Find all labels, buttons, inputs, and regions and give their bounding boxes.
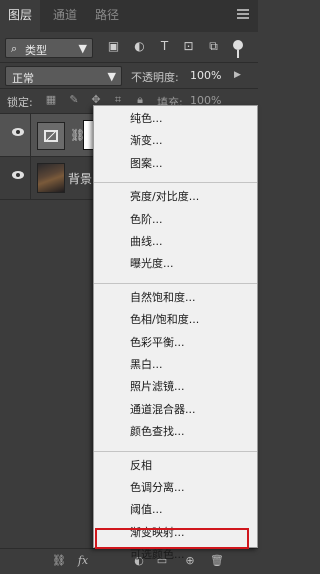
panel-menu-icon[interactable] [237,9,249,19]
chevron-down-icon: ▼ [78,42,87,55]
new-adjustment-layer-menu: 纯色... 渐变... 图案... 亮度/对比度... 色阶... 曲线... 曝光度...… [93,105,258,561]
menu-item[interactable]: 通道混合器... [130,401,196,417]
menu-item[interactable]: 色相/饱和度... [130,311,199,327]
menu-item[interactable]: 色彩平衡... [130,334,185,350]
opacity-input[interactable]: 100% [190,69,221,82]
trash-icon[interactable]: 🗑︎ [210,554,224,568]
menu-item[interactable]: 颜色查找... [130,423,185,439]
new-layer-icon[interactable]: ⊕ [183,554,197,568]
smart-object-filter-icon[interactable]: ⧉ [207,40,220,53]
link-layers-icon[interactable]: ⛓ [52,554,66,568]
filter-kind-dropdown[interactable]: ⌕ 类型 ▼ [5,38,93,58]
divider [0,88,258,89]
filter-toggle-icon[interactable] [233,40,243,58]
background-layer-thumbnail[interactable] [37,163,65,193]
menu-item[interactable]: 黑白... [130,356,163,372]
menu-item[interactable]: 阈值... [130,501,163,517]
visibility-eye-icon[interactable] [12,128,24,136]
menu-item[interactable]: 色阶... [130,211,163,227]
layer-name[interactable]: 背景 [68,170,92,187]
menu-item[interactable]: 色调分离... [130,479,185,495]
adjustment-layer-filter-icon[interactable]: ◐ [133,40,146,53]
divider [30,157,31,199]
menu-item[interactable]: 自然饱和度... [130,289,196,305]
menu-item[interactable]: 照片滤镜... [130,378,185,394]
menu-divider [94,282,257,284]
visibility-eye-icon[interactable] [12,171,24,179]
blend-mode-dropdown[interactable]: 正常 ▼ [5,66,122,86]
lock-transparency-icon[interactable]: ▦ [45,94,57,106]
search-icon: ⌕ [11,42,18,55]
highlight-box [95,528,249,549]
divider [30,114,31,156]
menu-divider [94,450,257,452]
pixel-layer-filter-icon[interactable]: ▣ [107,40,120,53]
type-layer-filter-icon[interactable]: T [158,40,171,53]
filter-kind-label: 类型 [25,44,47,57]
menu-item[interactable]: 曝光度... [130,255,174,271]
opacity-slider-icon[interactable]: ▶ [234,70,253,80]
opacity-label: 不透明度: [131,71,179,84]
lock-image-pixels-icon[interactable]: ✎ [68,94,80,106]
divider [0,62,258,63]
menu-item[interactable]: 纯色... [130,110,163,126]
fx-button[interactable]: fx [76,554,90,568]
menu-item[interactable]: 反相 [130,457,152,473]
panel-tab-bar: 图层 通道 路径 [0,0,258,32]
menu-item[interactable]: 亮度/对比度... [130,188,199,204]
menu-divider [94,182,257,184]
tab-channels[interactable]: 通道 [46,0,84,30]
adjustment-layer-thumbnail[interactable] [37,122,65,150]
menu-item[interactable]: 图案... [130,155,163,171]
menu-item[interactable]: 曲线... [130,233,163,249]
menu-item[interactable]: 渐变... [130,132,163,148]
tab-paths[interactable]: 路径 [88,0,126,30]
layers-panel-footer: ⛓ fx ◐ ▭ ⊕ 🗑︎ [0,548,258,574]
tab-layers[interactable]: 图层 [0,0,40,32]
lock-label: 锁定: [7,96,33,109]
chevron-down-icon: ▼ [107,70,116,83]
blend-mode-value: 正常 [12,72,34,85]
shape-layer-filter-icon[interactable]: ⊡ [182,40,195,53]
